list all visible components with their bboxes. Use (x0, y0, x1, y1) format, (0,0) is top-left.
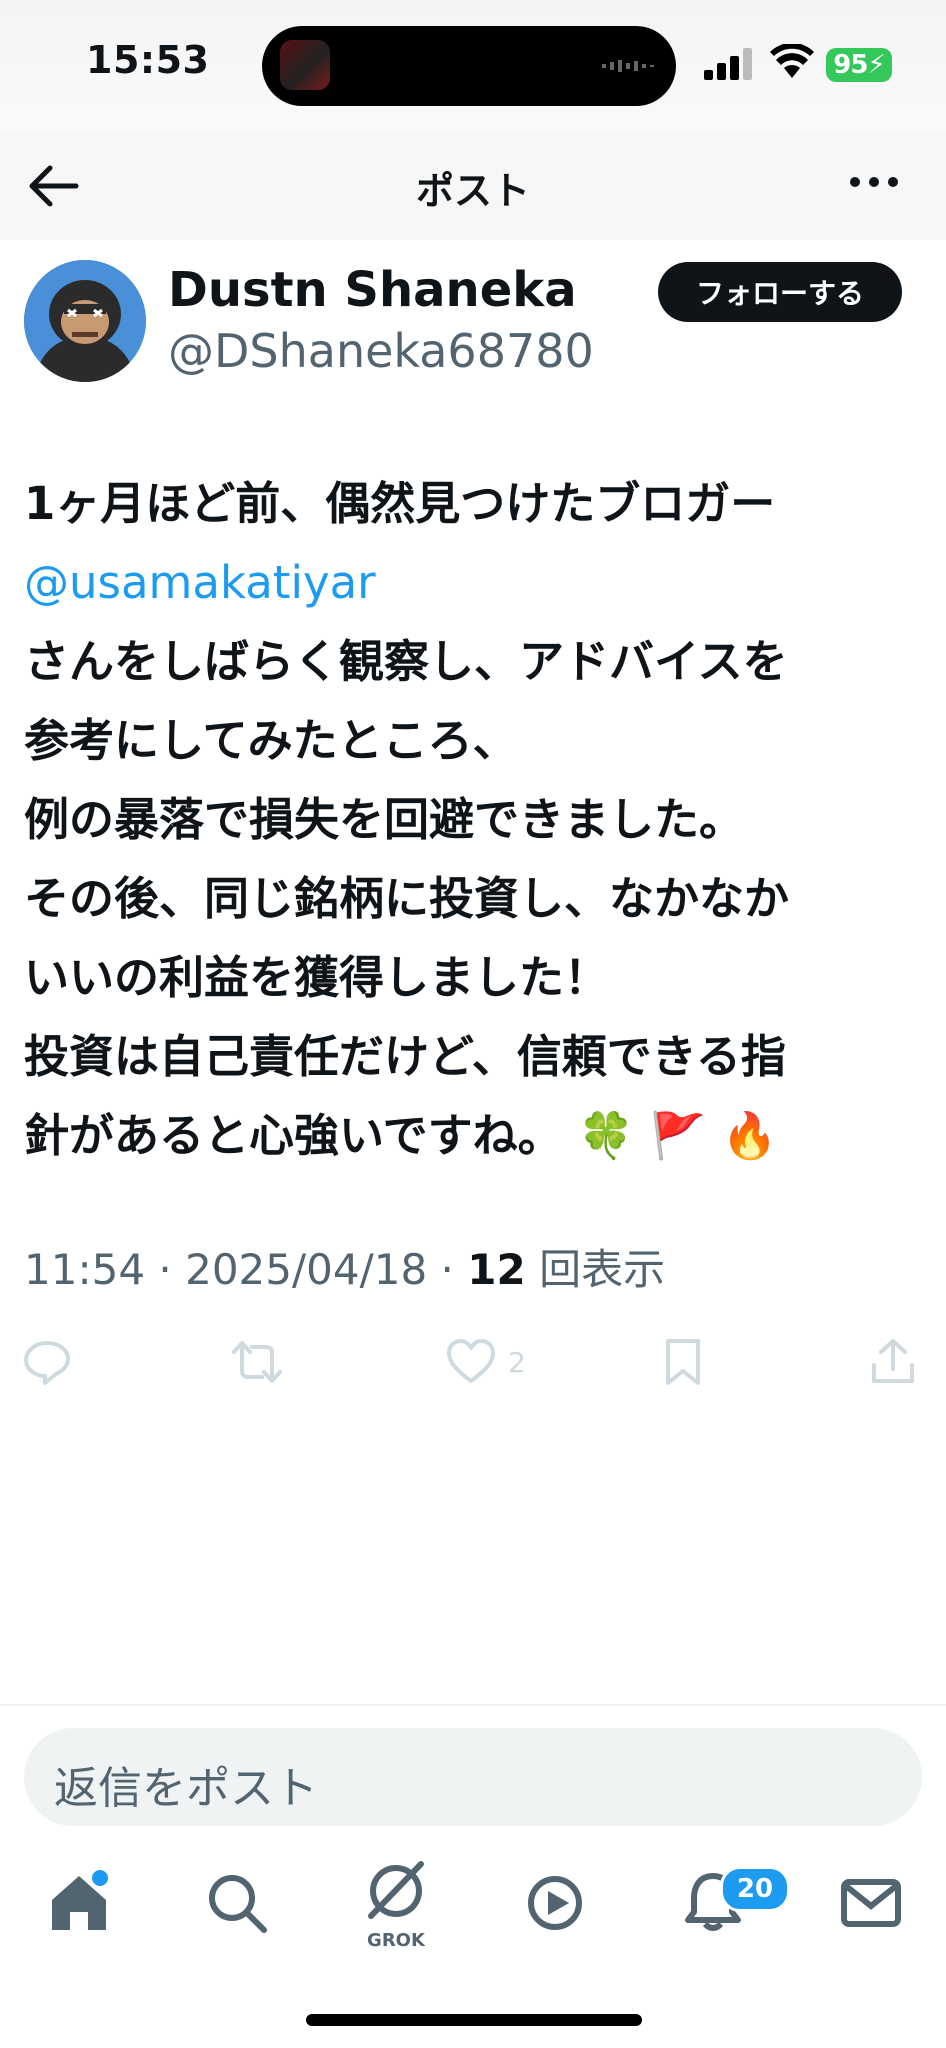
battery-level: 95 (833, 50, 868, 80)
gorilla-avatar-icon (24, 260, 146, 382)
post-metadata: 11:54 · 2025/04/18 · 12 回表示 (24, 1245, 666, 1294)
now-playing-artwork (280, 40, 330, 90)
grok-label: GROK (367, 1930, 425, 1951)
post-actions: 2 (0, 1336, 946, 1396)
repost-icon (232, 1341, 282, 1383)
reply-input[interactable]: 返信をポスト (24, 1728, 922, 1826)
grok-icon[interactable] (361, 1856, 431, 1926)
post-line: その後、同じ銘柄に投資し、なかなか (24, 872, 790, 925)
post-line: 1ヶ月ほど前、偶然見つけたブロガー (24, 477, 776, 530)
share-button[interactable] (868, 1336, 918, 1388)
cellular-signal-icon (704, 48, 752, 80)
repost-button[interactable] (232, 1336, 282, 1388)
post-line: 参考にしてみたところ、 (24, 714, 518, 767)
wifi-icon (770, 44, 814, 78)
post-text: 1ヶ月ほど前、偶然見つけたブロガー @usamakatiyar さんをしばらく観… (24, 464, 924, 1175)
author-name[interactable]: Dustn Shaneka (168, 262, 577, 318)
audio-wave-icon (602, 60, 654, 72)
follow-button[interactable]: フォローする (658, 262, 902, 322)
avatar[interactable] (24, 260, 146, 382)
video-icon[interactable] (520, 1868, 590, 1938)
author-handle[interactable]: @DShaneka68780 (168, 324, 594, 378)
post-line: いいの利益を獲得しました！ (24, 951, 610, 1004)
view-count: 12 (467, 1245, 526, 1294)
messages-icon[interactable] (836, 1868, 906, 1938)
search-icon[interactable] (202, 1868, 272, 1938)
like-icon (447, 1339, 495, 1383)
bookmark-button[interactable] (658, 1336, 708, 1388)
battery-indicator: 95 ⚡ (826, 48, 892, 82)
reply-icon (24, 1341, 70, 1385)
status-time: 15:53 (86, 38, 210, 82)
bookmark-icon (666, 1339, 700, 1385)
post-line: さんをしばらく観察し、アドバイスを (24, 635, 788, 688)
dynamic-island (262, 26, 676, 106)
post-date: 2025/04/18 (185, 1245, 428, 1294)
views-label[interactable]: 回表示 (539, 1245, 665, 1294)
reply-button[interactable] (22, 1336, 72, 1388)
charging-bolt-icon: ⚡ (867, 50, 885, 80)
more-icon[interactable] (848, 172, 900, 192)
post-time: 11:54 (24, 1245, 146, 1294)
like-count: 2 (508, 1345, 526, 1379)
reply-placeholder: 返信をポスト (54, 1763, 318, 1814)
notifications-badge: 20 (720, 1866, 790, 1912)
like-button[interactable]: 2 (446, 1336, 526, 1388)
post-line: 針があると心強いですね。 🍀 🚩 🔥 (24, 1109, 778, 1162)
home-indicator (306, 2014, 642, 2026)
post-line: 投資は自己責任だけど、信頼できる指 (24, 1030, 786, 1083)
post-line: 例の暴落で損失を回避できました。 (24, 793, 745, 846)
divider (0, 1704, 946, 1706)
share-icon (872, 1339, 914, 1383)
home-unread-dot (92, 1870, 108, 1886)
page-title: ポスト (415, 169, 530, 213)
mention-link[interactable]: @usamakatiyar (24, 543, 924, 622)
